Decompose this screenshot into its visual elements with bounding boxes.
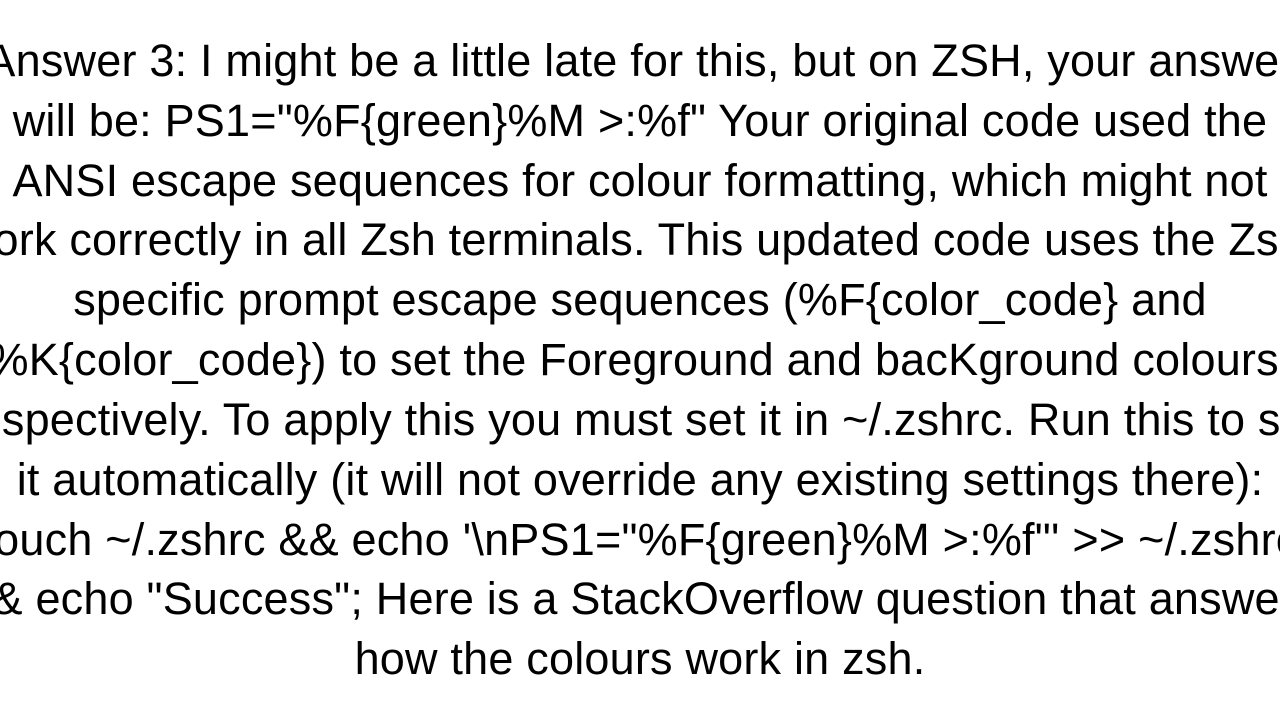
answer-text-block: Answer 3: I might be a little late for t… <box>0 31 1280 689</box>
answer-text: Answer 3: I might be a little late for t… <box>0 35 1280 684</box>
